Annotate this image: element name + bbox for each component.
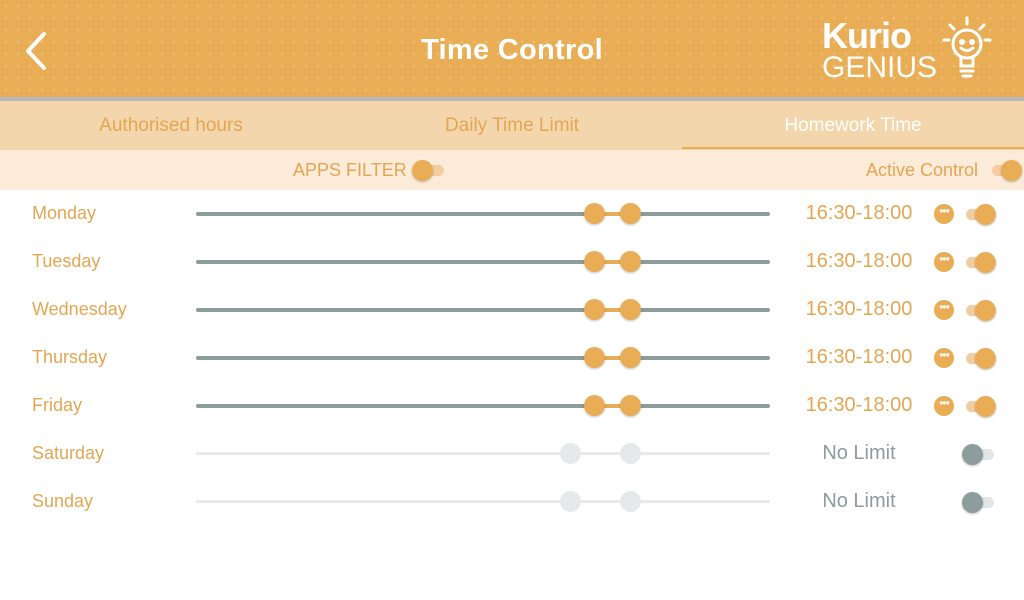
toggle-knob [975,204,996,225]
time-range-value: No Limit [822,490,896,512]
active-control-toggle[interactable] [988,158,1022,182]
slider-rail [196,500,770,503]
day-row-monday: Monday 16:30-18:00 ••• [0,190,1024,238]
slider-handle-end[interactable] [620,347,642,368]
day-enable-toggle[interactable] [962,490,996,514]
filter-bar: APPS FILTER Active Control [0,150,1024,190]
slider-handle-end[interactable] [620,299,642,320]
slider-handle-start[interactable] [584,203,606,224]
more-options-icon[interactable]: ••• [934,396,954,416]
slider-handle-end[interactable] [620,395,642,416]
time-range-slider[interactable] [196,443,770,464]
day-label: Friday [32,395,83,415]
tab-homework-time[interactable]: Homework Time [682,101,1024,150]
time-range-slider[interactable] [196,347,770,368]
tab-bar: Authorised hours Daily Time Limit Homewo… [0,101,1024,150]
slider-handle-start[interactable] [584,251,606,272]
toggle-knob [975,252,996,273]
time-range-value: 16:30-18:00 [805,394,913,416]
toggle-knob [975,348,996,369]
day-row-thursday: Thursday 16:30-18:00 ••• [0,334,1024,382]
day-enable-toggle[interactable] [962,442,996,466]
active-control-label: Active Control [866,160,979,180]
apps-filter-label: APPS FILTER [293,160,407,180]
slider-handle-start[interactable] [584,347,606,368]
slider-handle-start[interactable] [560,491,582,512]
toggle-knob [1001,160,1022,181]
slider-rail [196,452,770,455]
time-range-value: 16:30-18:00 [805,250,913,272]
more-options-icon[interactable]: ••• [934,348,954,368]
day-row-sunday: Sunday No Limit [0,478,1024,526]
slider-handle-end[interactable] [620,491,642,512]
logo-text-top: Kurio [822,15,912,56]
day-label: Wednesday [32,299,127,319]
time-range-value: 16:30-18:00 [805,346,913,368]
time-range-value: No Limit [822,442,896,464]
toggle-knob [962,492,983,513]
toggle-knob [412,160,433,181]
time-range-slider[interactable] [196,491,770,512]
slider-rail [196,308,770,312]
day-label: Sunday [32,491,94,511]
slider-rail [196,356,770,360]
slider-handle-end[interactable] [620,443,642,464]
tab-authorised-hours[interactable]: Authorised hours [0,101,342,150]
app-header: Time Control Kurio GENIUS [0,0,1024,97]
more-options-icon[interactable]: ••• [934,252,954,272]
day-enable-toggle[interactable] [962,394,996,418]
slider-handle-end[interactable] [620,251,642,272]
time-range-value: 16:30-18:00 [805,202,913,224]
time-range-slider[interactable] [196,299,770,320]
time-range-value: 16:30-18:00 [805,298,913,320]
time-range-slider[interactable] [196,203,770,224]
logo-text-bottom: GENIUS [822,51,938,84]
slider-handle-start[interactable] [584,395,606,416]
day-enable-toggle[interactable] [962,202,996,226]
slider-handle-end[interactable] [620,203,642,224]
day-enable-toggle[interactable] [962,298,996,322]
active-tab-indicator [682,147,1024,149]
time-range-slider[interactable] [196,395,770,416]
day-label: Tuesday [32,251,101,271]
more-options-icon[interactable]: ••• [934,300,954,320]
toggle-knob [962,444,983,465]
day-label: Monday [32,203,97,223]
apps-filter-toggle[interactable] [412,158,446,182]
day-row-wednesday: Wednesday 16:30-18:00 ••• [0,286,1024,334]
day-enable-toggle[interactable] [962,346,996,370]
day-row-saturday: Saturday No Limit [0,430,1024,478]
slider-rail [196,404,770,408]
toggle-knob [975,396,996,417]
day-enable-toggle[interactable] [962,250,996,274]
day-label: Saturday [32,443,105,463]
slider-handle-start[interactable] [584,299,606,320]
day-row-tuesday: Tuesday 16:30-18:00 ••• [0,238,1024,286]
tab-daily-time-limit[interactable]: Daily Time Limit [342,101,682,150]
lightbulb-icon [942,16,992,78]
day-row-friday: Friday 16:30-18:00 ••• [0,382,1024,430]
slider-rail [196,260,770,264]
slider-handle-start[interactable] [560,443,582,464]
kurio-genius-logo: Kurio GENIUS [820,16,998,84]
more-options-icon[interactable]: ••• [934,204,954,224]
time-range-slider[interactable] [196,251,770,272]
day-label: Thursday [32,347,108,367]
slider-rail [196,212,770,216]
toggle-knob [975,300,996,321]
